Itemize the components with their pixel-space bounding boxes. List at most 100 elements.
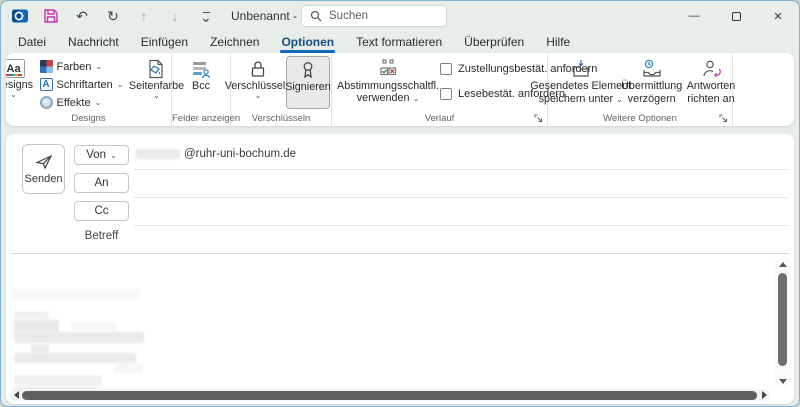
redacted-text	[14, 375, 102, 386]
message-body[interactable]	[6, 254, 772, 389]
ribbon-group-felder-anzeigen: Bcc Felder anzeigen	[172, 53, 231, 126]
ribbon-group-verlauf: Abstimmungsschaltfl. verwenden ⌄ Zustell…	[332, 53, 548, 126]
effekte-button[interactable]: Effekte ⌄	[37, 94, 127, 111]
chevron-down-icon: ⌄	[117, 80, 124, 89]
redacted-text	[14, 320, 59, 332]
redacted-text	[14, 311, 49, 319]
certificate-ribbon-icon	[298, 60, 318, 80]
redacted-text	[31, 344, 49, 353]
redacted-text	[14, 332, 144, 343]
antworten-richten-an-button[interactable]: Antworten richten an	[685, 56, 738, 109]
cc-field[interactable]	[134, 225, 788, 226]
move-up-icon[interactable]: ↑	[135, 7, 153, 25]
outlook-message-window: ↶ ↻ ↑ ↓ ⌄ Unbenannt - Nachricht (HTML) S…	[0, 0, 800, 407]
chevron-down-icon: ⌄	[153, 93, 160, 99]
chevron-down-icon: ⌄	[110, 151, 117, 160]
chevron-down-icon: ⌄	[413, 94, 420, 103]
gesendetes-element-speichern-button[interactable]: Gesendetes Element speichern unter ⌄	[543, 56, 619, 109]
undo-icon[interactable]: ↶	[73, 7, 91, 25]
from-domain: @ruhr-uni-bochum.de	[184, 148, 296, 160]
close-button[interactable]: ✕	[757, 1, 799, 31]
verlauf-dialog-launcher[interactable]	[533, 113, 544, 124]
farben-button[interactable]: Farben ⌄	[37, 58, 127, 75]
abstimmungsschaltflaechen-button[interactable]: Abstimmungsschaltfl. verwenden ⌄	[340, 56, 436, 109]
tab-nachricht[interactable]: Nachricht	[57, 31, 130, 53]
tab-zeichnen[interactable]: Zeichnen	[199, 31, 270, 53]
maximize-icon	[732, 12, 741, 21]
chevron-down-icon: ⌄	[255, 93, 262, 99]
vertical-scrollbar-thumb[interactable]	[778, 273, 787, 366]
redo-icon[interactable]: ↻	[104, 7, 122, 25]
verschluesseln-button[interactable]: Verschlüsseln ⌄	[232, 56, 284, 109]
delay-delivery-icon	[641, 59, 663, 79]
direct-replies-icon	[700, 59, 722, 79]
tab-ueberpruefen[interactable]: Überprüfen	[453, 31, 535, 53]
designs-button[interactable]: Aa Designs ⌄	[6, 56, 35, 109]
tab-einfuegen[interactable]: Einfügen	[130, 31, 199, 53]
horizontal-scrollbar-thumb[interactable]	[22, 391, 757, 400]
tab-datei[interactable]: Datei	[7, 31, 57, 53]
theme-effects-icon	[40, 96, 53, 109]
von-button[interactable]: Von ⌄	[74, 145, 129, 165]
vertical-scrollbar[interactable]	[774, 256, 792, 389]
move-down-icon[interactable]: ↓	[166, 7, 184, 25]
checkbox-icon	[440, 63, 452, 75]
an-button[interactable]: An	[74, 173, 129, 193]
ribbon-group-weitere-optionen: Gesendetes Element speichern unter ⌄ Übe…	[548, 53, 733, 126]
chevron-down-icon: ⌄	[95, 62, 102, 71]
scroll-right-icon[interactable]	[759, 389, 769, 401]
checkbox-icon	[440, 88, 452, 100]
scroll-left-icon[interactable]	[11, 389, 21, 401]
minimize-button[interactable]: —	[673, 1, 715, 31]
titlebar: ↶ ↻ ↑ ↓ ⌄ Unbenannt - Nachricht (HTML) S…	[1, 1, 799, 31]
tab-optionen[interactable]: Optionen	[270, 31, 345, 53]
designs-small-buttons: Farben ⌄ A Schriftarten ⌄ Effekte ⌄	[37, 56, 127, 111]
tab-hilfe[interactable]: Hilfe	[535, 31, 581, 53]
schriftarten-button[interactable]: A Schriftarten ⌄	[37, 76, 127, 93]
send-button[interactable]: Senden	[22, 144, 65, 194]
outlook-app-icon	[11, 7, 29, 25]
group-label-felder-anzeigen: Felder anzeigen	[172, 113, 230, 124]
window-controls: — ✕	[673, 1, 799, 31]
von-field[interactable]	[134, 169, 788, 170]
scroll-down-icon[interactable]	[774, 375, 792, 387]
horizontal-scrollbar[interactable]	[10, 389, 770, 401]
ribbon-group-designs: Aa Designs ⌄ Farben ⌄ A Schriftarten ⌄	[6, 53, 172, 126]
cc-button[interactable]: Cc	[74, 201, 129, 221]
designs-icon: Aa	[6, 59, 25, 78]
search-icon	[310, 10, 322, 22]
customize-toolbar-icon[interactable]: ⌄	[197, 7, 215, 25]
bcc-fields-icon	[191, 59, 211, 79]
an-field[interactable]	[134, 197, 788, 198]
redacted-text	[13, 289, 141, 299]
theme-fonts-icon: A	[40, 78, 53, 91]
save-icon[interactable]	[42, 7, 60, 25]
bcc-button[interactable]: Bcc	[181, 56, 221, 109]
ribbon-group-verschluesseln: Verschlüsseln ⌄ Signieren Verschlüsseln	[231, 53, 332, 126]
ribbon: Aa Designs ⌄ Farben ⌄ A Schriftarten ⌄	[6, 53, 794, 126]
weitere-optionen-dialog-launcher[interactable]	[718, 113, 729, 124]
voting-buttons-icon	[377, 59, 399, 79]
ribbon-spacer	[733, 53, 794, 126]
group-label-weitere-optionen: Weitere Optionen	[548, 113, 732, 124]
send-plane-icon	[35, 154, 53, 170]
signieren-button[interactable]: Signieren	[286, 56, 330, 109]
maximize-button[interactable]	[715, 1, 757, 31]
tab-text-formatieren[interactable]: Text formatieren	[345, 31, 453, 53]
save-sent-item-icon	[570, 59, 592, 79]
betreff-label: Betreff	[74, 230, 129, 242]
group-label-designs: Designs	[6, 113, 171, 124]
uebermittlung-verzoegern-button[interactable]: Übermittlung verzögern	[621, 56, 683, 109]
redacted-text	[136, 149, 180, 159]
theme-colors-icon	[40, 60, 53, 73]
from-address: @ruhr-uni-bochum.de	[136, 148, 296, 160]
chevron-down-icon: ⌄	[10, 92, 17, 98]
group-label-verlauf: Verlauf	[332, 113, 547, 124]
quick-access-toolbar: ↶ ↻ ↑ ↓ ⌄	[11, 7, 215, 25]
page-color-icon	[146, 59, 166, 79]
redacted-text	[14, 353, 136, 363]
scroll-up-icon[interactable]	[774, 258, 792, 270]
group-label-verschluesseln: Verschlüsseln	[231, 113, 331, 124]
search-input[interactable]: Suchen	[301, 5, 447, 27]
chevron-down-icon: ⌄	[95, 98, 102, 107]
